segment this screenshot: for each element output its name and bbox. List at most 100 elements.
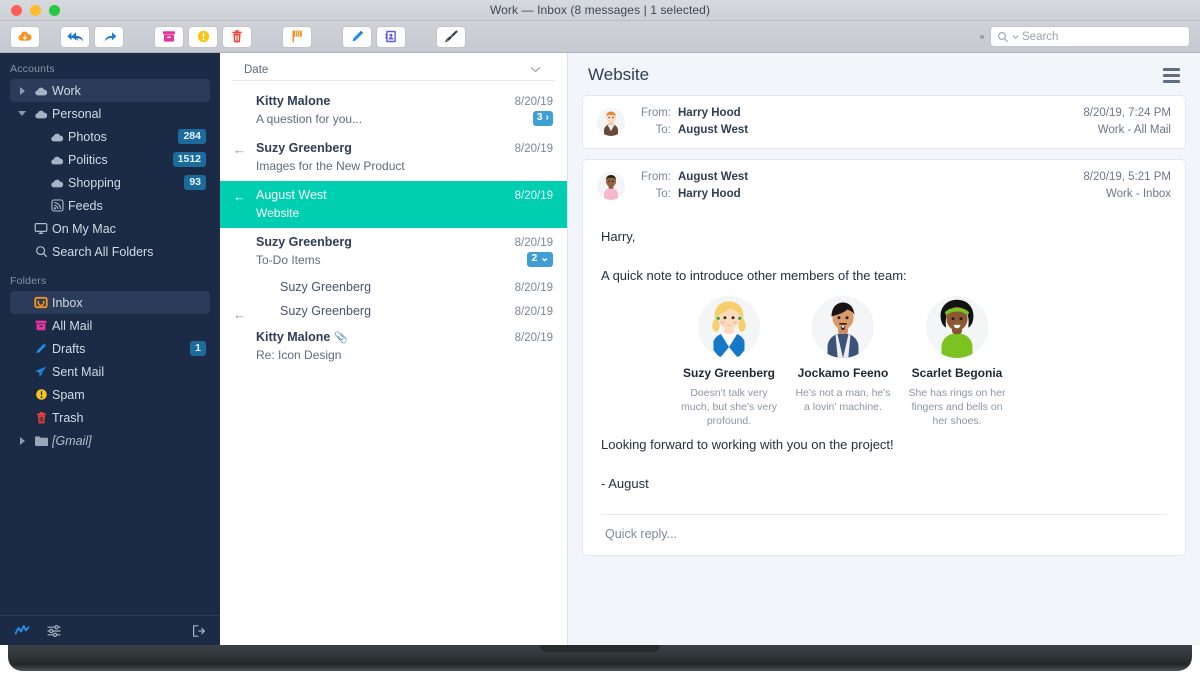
quick-reply-input[interactable]: Quick reply...	[583, 515, 1185, 555]
chevron-down-icon[interactable]	[530, 66, 541, 73]
cloud-icon	[30, 108, 52, 120]
message-meta: 8/20/19, 5:21 PM Work - Inbox	[1083, 169, 1171, 203]
unread-count-badge: 1512	[172, 152, 206, 167]
cloud-icon	[30, 85, 52, 97]
filter-sliders-icon[interactable]	[46, 624, 62, 638]
message-list-item[interactable]: ← August West 8/20/19 Website	[220, 181, 567, 228]
message-top-row: August West 8/20/19	[256, 188, 553, 202]
team-member: Scarlet Begonia She has rings on her fin…	[907, 295, 1007, 429]
thread-count-badge[interactable]: 2 ⌄	[527, 252, 553, 267]
inbox-icon	[30, 296, 52, 309]
message-top-row: Kitty Malone 8/20/19	[256, 94, 553, 108]
sidebar-item-shopping[interactable]: Shopping 93	[10, 171, 210, 194]
replied-arrow-icon: ←	[233, 142, 246, 157]
message-list-item[interactable]: Kitty Malone 📎 8/20/19 Re: Icon Design	[220, 323, 567, 370]
sidebar-accounts-list: Work Personal Photos 284 Politics 1512 Shoppin…	[0, 79, 220, 263]
sidebar-item-spam[interactable]: Spam	[10, 383, 210, 406]
sidebar-scroll-area: Accounts Work Personal Photos 284 Politics 15…	[0, 53, 220, 615]
sidebar-item-label: Sent Mail	[52, 364, 105, 379]
scarlet-begonia-avatar	[926, 295, 988, 358]
sidebar-item-search-all-folders[interactable]: Search All Folders	[10, 240, 210, 263]
paper-plane-icon	[30, 365, 52, 378]
search-indicator-dot	[980, 34, 984, 39]
message-list: Date Kitty Malone 8/20/19 A question for y…	[220, 53, 568, 645]
message-header-row[interactable]: From: August West To: Harry Hood 8/20/19…	[583, 160, 1185, 212]
team-member-grid: Suzy Greenberg Doesn't talk very much, b…	[601, 286, 1167, 437]
main-content: Accounts Work Personal Photos 284 Politics 15…	[0, 53, 1200, 645]
from-label: From:	[640, 107, 671, 119]
flag-button[interactable]	[282, 25, 312, 48]
message-subject: A question for you...	[256, 111, 363, 126]
attachment-icon: 📎	[334, 332, 349, 344]
sidebar-item-label: Spam	[52, 387, 85, 402]
message-header-row: From: Harry Hood To: August West 8/20/19…	[583, 96, 1185, 148]
chevron-right-icon[interactable]	[14, 86, 30, 95]
message-list-header[interactable]: Date	[232, 59, 555, 81]
sidebar-item-on-my-mac[interactable]: On My Mac	[10, 217, 210, 240]
archive-button[interactable]	[154, 25, 184, 48]
logout-icon[interactable]	[191, 624, 206, 638]
delete-button[interactable]	[222, 25, 252, 48]
get-mail-button[interactable]	[10, 25, 40, 48]
message-body-card: From: August West To: Harry Hood 8/20/19…	[582, 159, 1186, 556]
reader-header: Website	[568, 53, 1200, 95]
sidebar-item-photos[interactable]: Photos 284	[10, 125, 210, 148]
title-bar: Work — Inbox (8 messages | 1 selected)	[0, 0, 1200, 21]
chevron-right-icon[interactable]	[14, 436, 30, 445]
search-area	[980, 26, 1190, 47]
sidebar-item-all-mail[interactable]: All Mail	[10, 314, 210, 337]
maximize-window-button[interactable]	[49, 4, 60, 16]
cleanup-button[interactable]	[436, 25, 466, 48]
message-date: 8/20/19	[514, 96, 553, 108]
message-list-item[interactable]: Kitty Malone 8/20/19 A question for you...…	[220, 87, 567, 134]
cloud-download-icon	[18, 31, 32, 41]
address-block: From: Harry Hood To: August West	[637, 105, 1083, 139]
sidebar-item-gmail[interactable]: [Gmail]	[10, 429, 210, 452]
message-list-item[interactable]: ← Suzy Greenberg 8/20/19	[220, 299, 567, 323]
message-list-item[interactable]: Suzy Greenberg 8/20/19 To-Do Items 2 ⌄	[220, 228, 567, 275]
reading-pane: Website From: Harry Hood To: August West…	[568, 53, 1200, 645]
forward-button[interactable]	[94, 25, 124, 48]
spam-button[interactable]	[188, 25, 218, 48]
to-line: To: August West	[637, 122, 1083, 139]
thread-count-badge[interactable]: 3 ›	[532, 111, 553, 126]
contacts-button[interactable]	[376, 25, 406, 48]
message-subject: Website	[256, 205, 300, 220]
message-list-body: Kitty Malone 8/20/19 A question for you...…	[220, 81, 567, 645]
search-field[interactable]	[990, 26, 1190, 47]
sidebar-item-feeds[interactable]: Feeds	[10, 194, 210, 217]
message-header-card[interactable]: From: Harry Hood To: August West 8/20/19…	[582, 95, 1186, 149]
message-top-row: Kitty Malone 📎 8/20/19	[256, 330, 553, 344]
message-list-item[interactable]: Suzy Greenberg 8/20/19	[220, 275, 567, 299]
suzy-greenberg-avatar	[698, 295, 760, 358]
message-sender: Suzy Greenberg	[280, 304, 372, 318]
search-input[interactable]	[1022, 30, 1182, 43]
sidebar-item-label: Feeds	[68, 198, 103, 213]
message-bottom-row: A question for you... 3 ›	[256, 111, 553, 126]
sidebar-item-drafts[interactable]: Drafts 1	[10, 337, 210, 360]
sidebar-item-work[interactable]: Work	[10, 79, 210, 102]
hamburger-line	[1163, 79, 1180, 83]
sidebar-item-label: Trash	[52, 410, 84, 425]
close-window-button[interactable]	[11, 4, 22, 16]
sidebar-item-label: All Mail	[52, 318, 93, 333]
sidebar-item-sent-mail[interactable]: Sent Mail	[10, 360, 210, 383]
message-sender: August West	[256, 188, 327, 202]
sidebar-section-folders: Folders	[10, 275, 47, 287]
reply-all-button[interactable]	[60, 25, 90, 48]
minimize-window-button[interactable]	[30, 4, 41, 16]
sidebar-item-inbox[interactable]: Inbox	[10, 291, 210, 314]
compose-button[interactable]	[342, 25, 372, 48]
sidebar-item-politics[interactable]: Politics 1512	[10, 148, 210, 171]
hamburger-icon[interactable]	[1163, 67, 1180, 83]
unread-count-badge: 1	[190, 341, 206, 356]
chevron-down-icon[interactable]	[14, 111, 30, 116]
message-date: 8/20/19	[514, 332, 553, 344]
sidebar-item-trash[interactable]: Trash	[10, 406, 210, 429]
activity-icon[interactable]	[14, 624, 30, 638]
team-member-desc: He's not a man, he's a lovin' machine.	[795, 386, 891, 413]
message-list-item[interactable]: ← Suzy Greenberg 8/20/19 Images for the New…	[220, 134, 567, 181]
chevron-down-icon[interactable]	[1012, 34, 1019, 40]
sidebar-item-personal[interactable]: Personal	[10, 102, 210, 125]
cloud-icon	[46, 177, 68, 189]
